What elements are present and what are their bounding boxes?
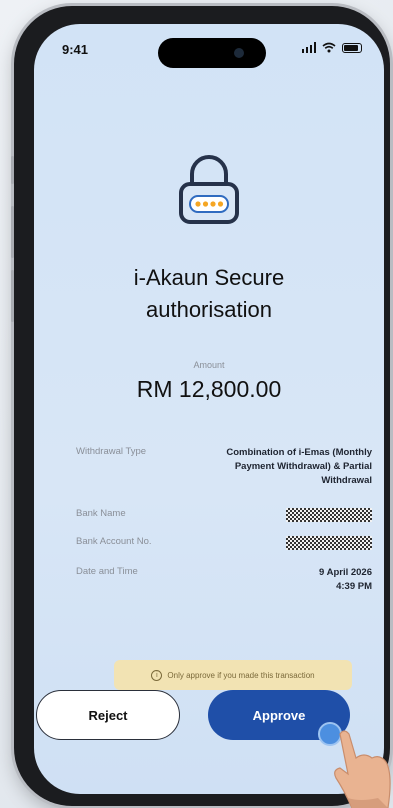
- warning-banner: i Only approve if you made this transact…: [114, 660, 352, 690]
- bank-name-label: Bank Name: [76, 508, 126, 519]
- signal-icon: [301, 42, 316, 53]
- bank-account-label: Bank Account No.: [76, 536, 152, 547]
- datetime-label: Date and Time: [76, 566, 138, 577]
- mute-switch: [11, 156, 14, 184]
- camera-icon: [234, 48, 244, 58]
- withdrawal-type-value: Combination of i-Emas (Monthly Payment W…: [226, 447, 372, 486]
- status-icons: [301, 42, 362, 53]
- datetime-value: 9 April 2026 4:39 PM: [319, 566, 372, 594]
- reject-button[interactable]: Reject: [36, 690, 180, 740]
- bank-account-masked: [286, 536, 372, 550]
- status-time: 9:41: [62, 42, 89, 57]
- amount-label: Amount: [193, 360, 225, 370]
- info-icon: i: [151, 669, 163, 681]
- bank-account-row: Bank Account No.: [76, 536, 372, 550]
- battery-icon: [342, 42, 362, 53]
- wifi-icon: [322, 42, 336, 53]
- hand-pointer-icon: [334, 730, 391, 808]
- withdrawal-type-row: Withdrawal Type Combination of i-Emas (M…: [76, 446, 372, 494]
- lock-icon: [179, 155, 239, 224]
- datetime-row: Date and Time 9 April 2026 4:39 PM: [76, 566, 372, 596]
- warning-text: Only approve if you made this transactio…: [167, 670, 315, 680]
- amount-value: RM 12,800.00: [136, 376, 282, 402]
- date-value: 9 April 2026: [319, 567, 372, 578]
- time-value: 4:39 PM: [336, 581, 372, 592]
- volume-down-button: [11, 270, 14, 322]
- volume-up-button: [11, 206, 14, 258]
- dynamic-island: [158, 38, 266, 68]
- bank-name-row: Bank Name: [76, 508, 372, 522]
- page-title: i-Akaun Secure authorisation: [133, 265, 285, 322]
- phone-frame: 9:41 i-Akaun Secure authorisation Amount: [11, 6, 390, 806]
- withdrawal-type-label: Withdrawal Type: [76, 446, 147, 457]
- bank-name-masked: [286, 508, 372, 522]
- app-screen: 9:41 i-Akaun Secure authorisation Amount: [34, 24, 384, 794]
